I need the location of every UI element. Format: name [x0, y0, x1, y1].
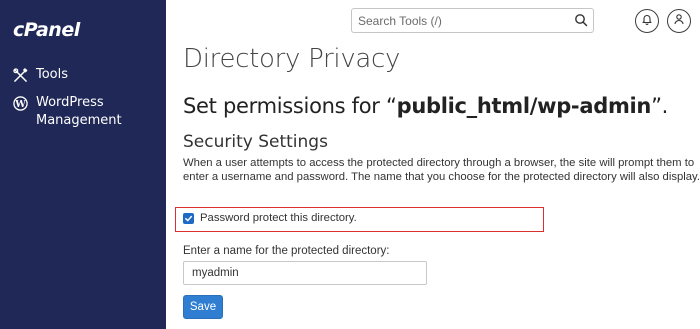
permissions-heading: Set permissions for “public_html/wp-admi… — [183, 94, 668, 118]
tools-icon — [12, 67, 28, 83]
sidebar-item-wordpress-management[interactable]: W WordPress Management — [12, 94, 122, 130]
sidebar-item-tools[interactable]: Tools — [12, 66, 68, 84]
highlight-box: Password protect this directory. — [175, 207, 544, 232]
notifications-button[interactable] — [635, 9, 659, 33]
sidebar-item-label: Tools — [36, 67, 69, 82]
directory-path: public_html/wp-admin — [396, 94, 652, 118]
password-protect-label: Password protect this directory. — [200, 212, 357, 224]
search-input[interactable] — [352, 9, 562, 32]
top-bar — [166, 0, 700, 42]
bell-icon — [641, 12, 653, 30]
directory-name-label: Enter a name for the protected directory… — [183, 245, 390, 257]
directory-name-input[interactable] — [183, 261, 427, 285]
sidebar-item-label: WordPress Management — [36, 95, 122, 128]
search-icon[interactable] — [574, 13, 588, 27]
search-box — [351, 8, 594, 33]
user-icon — [673, 12, 685, 30]
security-description: When a user attempts to access the prote… — [183, 157, 700, 183]
page-title: Directory Privacy — [183, 44, 401, 74]
password-protect-option[interactable]: Password protect this directory. — [183, 212, 357, 224]
permissions-suffix: ”. — [651, 94, 669, 118]
permissions-prefix: Set permissions for “ — [183, 94, 397, 118]
sidebar: cPanel Tools W WordPress Management — [0, 0, 166, 329]
password-protect-checkbox[interactable] — [183, 212, 194, 224]
user-menu-button[interactable] — [667, 9, 691, 33]
wordpress-icon: W — [12, 95, 28, 111]
svg-text:W: W — [14, 98, 26, 109]
cpanel-logo[interactable]: cPanel — [13, 19, 80, 41]
section-title: Security Settings — [183, 132, 328, 152]
save-button[interactable]: Save — [183, 295, 223, 319]
